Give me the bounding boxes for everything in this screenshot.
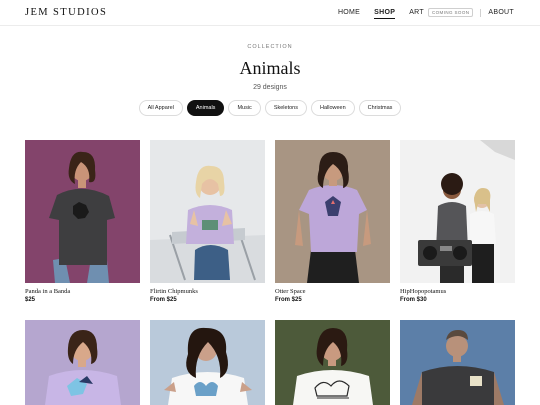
- product-image[interactable]: [275, 140, 390, 283]
- product-price: $25: [25, 297, 36, 303]
- main-nav: HOME SHOP ART COMING SOON ABOUT: [324, 8, 514, 19]
- product-image[interactable]: [150, 320, 265, 405]
- product-image[interactable]: [400, 320, 515, 405]
- product-image[interactable]: [400, 140, 515, 283]
- product-image[interactable]: [275, 320, 390, 405]
- product-image[interactable]: [25, 140, 140, 283]
- product-card[interactable]: Otter Space From $25: [275, 140, 390, 303]
- filter-chip-christmas[interactable]: Christmas: [358, 100, 402, 116]
- product-name[interactable]: Panda in a Banda: [25, 288, 140, 295]
- filter-chip-halloween[interactable]: Halloween: [310, 100, 355, 116]
- brand-logo[interactable]: JEM STUDIOS: [25, 7, 107, 18]
- nav-about[interactable]: ABOUT: [488, 9, 514, 16]
- product-card[interactable]: [25, 320, 140, 405]
- product-card[interactable]: [275, 320, 390, 405]
- product-card[interactable]: Flirtin Chipmunks From $25: [150, 140, 265, 303]
- product-name[interactable]: Flirtin Chipmunks: [150, 288, 265, 295]
- product-name[interactable]: HipHopopotamus: [400, 288, 515, 295]
- product-image[interactable]: [150, 140, 265, 283]
- site-header: JEM STUDIOS HOME SHOP ART COMING SOON AB…: [0, 0, 540, 26]
- product-card[interactable]: HipHopopotamus From $30: [400, 140, 515, 303]
- product-image[interactable]: [25, 320, 140, 405]
- product-name[interactable]: Otter Space: [275, 288, 390, 295]
- filter-chip-skeletons[interactable]: Skeletons: [264, 100, 307, 116]
- product-price: From $25: [275, 297, 302, 303]
- product-card[interactable]: Panda in a Banda $25: [25, 140, 140, 303]
- product-price: From $30: [400, 297, 427, 303]
- filter-chip-music[interactable]: Music: [228, 100, 261, 116]
- product-price: From $25: [150, 297, 177, 303]
- coming-soon-badge: COMING SOON: [427, 8, 474, 17]
- nav-divider: [480, 8, 482, 17]
- product-card[interactable]: [150, 320, 265, 405]
- nav-art[interactable]: ART: [409, 9, 424, 16]
- nav-shop[interactable]: SHOP: [374, 9, 396, 19]
- design-count: 29 designs: [253, 84, 287, 91]
- filter-chip-animals[interactable]: Animals: [186, 100, 225, 116]
- filter-bar: All Apparel Animals Music Skeletons Hall…: [0, 100, 540, 116]
- product-card[interactable]: [400, 320, 515, 405]
- nav-home[interactable]: HOME: [338, 9, 360, 16]
- nav-art-group: ART COMING SOON: [409, 8, 474, 17]
- collection-eyebrow: COLLECTION: [247, 44, 293, 50]
- filter-chip-all-apparel[interactable]: All Apparel: [138, 100, 183, 116]
- page-title: Animals: [239, 58, 301, 78]
